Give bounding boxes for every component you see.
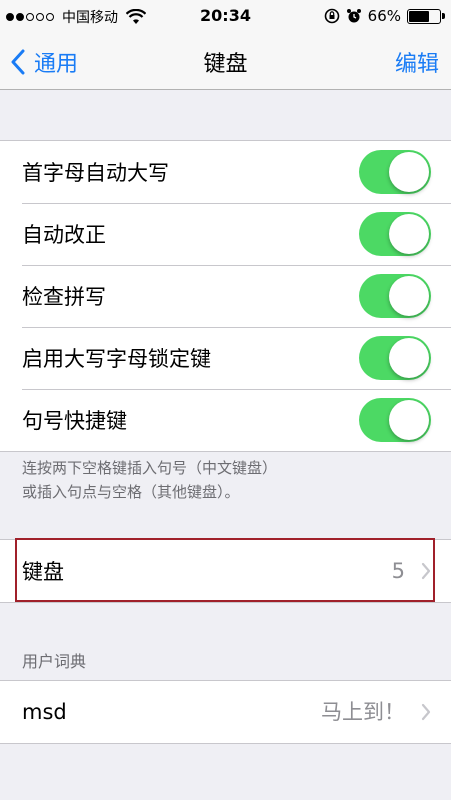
page-title: 键盘 <box>203 52 248 77</box>
keyboards-row[interactable]: 键盘 5 <box>0 540 451 602</box>
status-right: 66% <box>324 7 445 25</box>
dictionary-entry-row[interactable]: msd 马上到！ <box>0 681 451 743</box>
toggle-label: 检查拼写 <box>22 285 106 309</box>
battery-icon <box>407 8 441 24</box>
note-line: 或插入句点与空格（其他键盘）。 <box>22 483 240 501</box>
switch-knob <box>389 276 429 316</box>
toggle-row-caps-lock: 启用大写字母锁定键 <box>0 327 451 389</box>
switch-knob <box>389 338 429 378</box>
keyboards-group: 键盘 5 <box>0 539 451 603</box>
auto-correction-switch[interactable] <box>359 212 431 256</box>
chevron-right-icon <box>421 562 431 580</box>
dictionary-phrase: 马上到！ <box>321 700 405 724</box>
period-shortcut-note: 连按两下空格键插入句号（中文键盘） 或插入句点与空格（其他键盘）。 <box>22 456 432 504</box>
note-line: 连按两下空格键插入句号（中文键盘） <box>22 459 278 477</box>
switch-knob <box>389 152 429 192</box>
chevron-right-icon <box>421 703 431 721</box>
rotation-lock-icon <box>324 8 339 24</box>
keyboard-toggles-group: 首字母自动大写 自动改正 检查拼写 启用大写字母锁定键 句号快捷键 <box>0 140 451 452</box>
caps-lock-switch[interactable] <box>359 336 431 380</box>
dictionary-shortcut: msd <box>22 700 67 724</box>
edit-button[interactable]: 编辑 <box>395 46 439 78</box>
user-dictionary-group: msd 马上到！ <box>0 680 451 744</box>
keyboards-label: 键盘 <box>22 560 64 584</box>
alarm-clock-icon <box>346 9 361 23</box>
status-bar: 中国移动 20:34 66% <box>0 0 451 34</box>
battery-tip <box>442 13 445 19</box>
keyboards-count: 5 <box>391 559 405 583</box>
toggle-row-check-spelling: 检查拼写 <box>0 265 451 327</box>
auto-capitalization-switch[interactable] <box>359 150 431 194</box>
toggle-row-auto-capitalization: 首字母自动大写 <box>0 141 451 203</box>
toggle-row-auto-correction: 自动改正 <box>0 203 451 265</box>
switch-knob <box>389 400 429 440</box>
toggle-label: 启用大写字母锁定键 <box>22 347 211 371</box>
period-shortcut-switch[interactable] <box>359 398 431 442</box>
toggle-label: 首字母自动大写 <box>22 161 169 185</box>
check-spelling-switch[interactable] <box>359 274 431 318</box>
navigation-bar: 通用 键盘 编辑 <box>0 34 451 90</box>
user-dictionary-header: 用户词典 <box>22 652 87 671</box>
toggle-label: 句号快捷键 <box>22 409 127 433</box>
battery-percentage: 66% <box>367 7 401 25</box>
switch-knob <box>389 214 429 254</box>
toggle-row-period-shortcut: 句号快捷键 <box>0 389 451 451</box>
battery-fill <box>409 10 429 22</box>
toggle-label: 自动改正 <box>22 223 106 247</box>
